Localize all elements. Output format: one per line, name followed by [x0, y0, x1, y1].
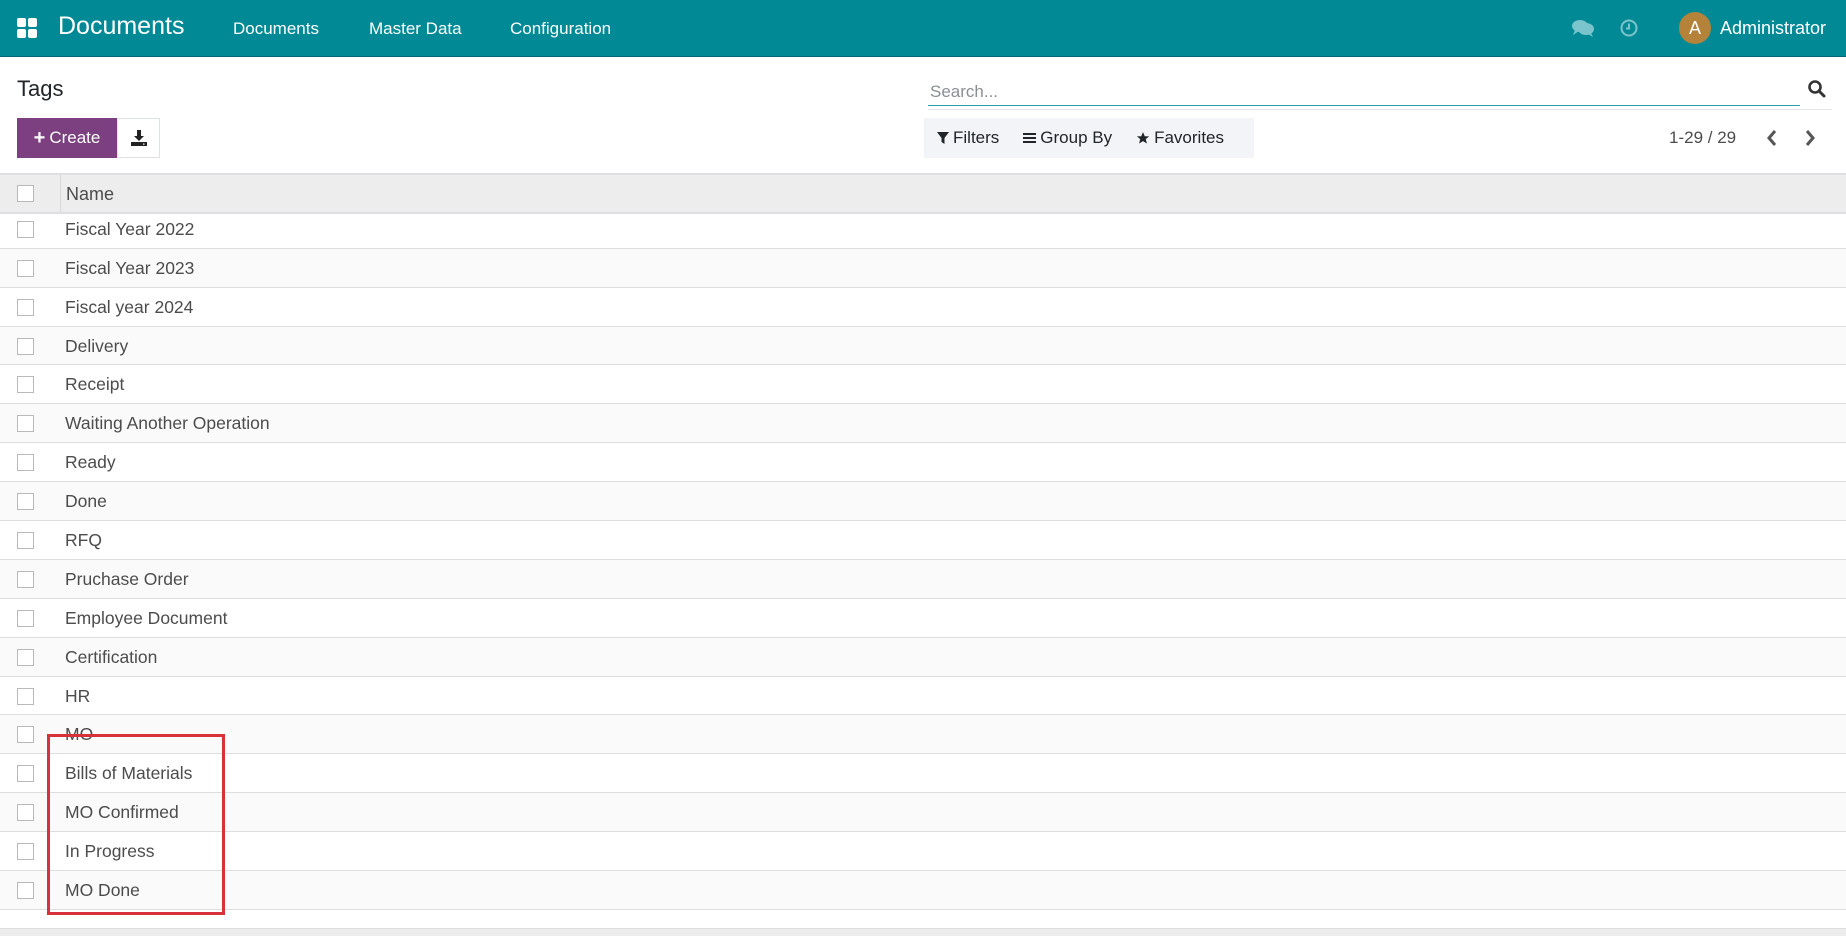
- search-divider: [928, 109, 1832, 110]
- table-row[interactable]: MO: [0, 715, 1846, 755]
- favorites-label: Favorites: [1154, 128, 1225, 147]
- table-row[interactable]: In Progress: [0, 832, 1846, 872]
- cell-name[interactable]: RFQ: [65, 530, 102, 551]
- row-checkbox[interactable]: [17, 765, 34, 783]
- page-title: Tags: [17, 76, 64, 101]
- group-by-dropdown[interactable]: Group By: [1023, 128, 1112, 148]
- cell-name[interactable]: Employee Document: [65, 608, 227, 629]
- cell-name[interactable]: Ready: [65, 452, 116, 473]
- table-row[interactable]: MO Done: [0, 871, 1846, 910]
- table-row[interactable]: MO Confirmed: [0, 793, 1846, 833]
- row-checkbox[interactable]: [17, 493, 34, 511]
- menu-master-data[interactable]: Master Data: [369, 19, 462, 39]
- filter-icon: [937, 131, 949, 144]
- row-checkbox[interactable]: [17, 648, 34, 666]
- table-row[interactable]: Bills of Materials: [0, 754, 1846, 794]
- search-icon[interactable]: [1807, 79, 1827, 99]
- table-row[interactable]: Fiscal year 2024: [0, 287, 1846, 327]
- favorites-dropdown[interactable]: Favorites: [1136, 128, 1224, 148]
- table-row[interactable]: Ready: [0, 443, 1846, 483]
- top-navbar: Documents Documents Master Data Configur…: [0, 0, 1846, 57]
- cell-name[interactable]: MO Done: [65, 880, 140, 901]
- chat-icon[interactable]: [1571, 18, 1595, 38]
- cell-name[interactable]: Pruchase Order: [65, 569, 189, 590]
- table-row[interactable]: Receipt: [0, 365, 1846, 405]
- row-checkbox[interactable]: [17, 804, 34, 822]
- plus-icon: +: [33, 126, 46, 149]
- row-checkbox[interactable]: [17, 687, 34, 705]
- row-checkbox[interactable]: [17, 843, 34, 861]
- column-separator: [60, 175, 61, 212]
- row-checkbox[interactable]: [17, 298, 34, 316]
- cell-name[interactable]: Waiting Another Operation: [65, 413, 270, 434]
- cell-name[interactable]: Delivery: [65, 336, 128, 357]
- row-checkbox[interactable]: [17, 220, 34, 238]
- search-input[interactable]: [928, 78, 1800, 105]
- table-header: Name: [0, 173, 1846, 214]
- pager-value[interactable]: 1-29 / 29: [1669, 128, 1736, 148]
- table-row[interactable]: Fiscal Year 2023: [0, 248, 1846, 288]
- row-checkbox[interactable]: [17, 337, 34, 355]
- row-checkbox[interactable]: [17, 376, 34, 394]
- cell-name[interactable]: MO Confirmed: [65, 802, 179, 823]
- cell-name[interactable]: HR: [65, 686, 90, 707]
- cell-name[interactable]: Receipt: [65, 374, 124, 395]
- menu-configuration[interactable]: Configuration: [510, 19, 611, 39]
- apps-grid-icon[interactable]: [17, 18, 37, 38]
- row-checkbox[interactable]: [17, 570, 34, 588]
- cell-name[interactable]: Bills of Materials: [65, 763, 192, 784]
- group-by-label: Group By: [1040, 128, 1113, 147]
- select-all-checkbox[interactable]: [17, 185, 34, 202]
- cell-name[interactable]: Fiscal Year 2022: [65, 219, 194, 240]
- chevron-left-icon: [1767, 130, 1777, 146]
- row-checkbox[interactable]: [17, 454, 34, 472]
- pager-next-button[interactable]: [1800, 126, 1820, 150]
- star-icon: [1136, 132, 1150, 144]
- table-row[interactable]: Delivery: [0, 326, 1846, 366]
- table-row[interactable]: RFQ: [0, 521, 1846, 560]
- clock-icon[interactable]: [1619, 18, 1639, 38]
- row-checkbox[interactable]: [17, 532, 34, 550]
- cell-name[interactable]: Done: [65, 491, 107, 512]
- cell-name[interactable]: Fiscal year 2024: [65, 297, 193, 318]
- table-row[interactable]: Fiscal Year 2022: [0, 209, 1846, 249]
- chevron-right-icon: [1805, 130, 1815, 146]
- filters-label: Filters: [953, 128, 1000, 147]
- filters-dropdown[interactable]: Filters: [937, 128, 999, 148]
- row-checkbox[interactable]: [17, 609, 34, 627]
- table-row[interactable]: Done: [0, 482, 1846, 522]
- cell-name[interactable]: MO: [65, 724, 93, 745]
- row-checkbox[interactable]: [17, 882, 34, 900]
- download-icon: [130, 130, 147, 146]
- row-checkbox[interactable]: [17, 726, 34, 744]
- create-button[interactable]: + Create: [17, 118, 117, 158]
- row-checkbox[interactable]: [17, 259, 34, 277]
- menu-documents[interactable]: Documents: [233, 19, 319, 39]
- column-header-name[interactable]: Name: [66, 184, 114, 205]
- row-checkbox[interactable]: [17, 415, 34, 433]
- create-label: Create: [49, 128, 101, 147]
- search-field[interactable]: [928, 78, 1800, 106]
- cell-name[interactable]: Certification: [65, 647, 157, 668]
- cell-name[interactable]: Fiscal Year 2023: [65, 258, 194, 279]
- search-options-bar: Filters Group By Favorites: [924, 118, 1254, 158]
- table-row[interactable]: Employee Document: [0, 598, 1846, 638]
- tags-list-table: Name FinancialFiscal Year 2022Fiscal Yea…: [0, 173, 1846, 936]
- table-row[interactable]: Pruchase Order: [0, 559, 1846, 599]
- table-row[interactable]: HR: [0, 676, 1846, 716]
- app-title[interactable]: Documents: [58, 12, 184, 41]
- group-by-icon: [1023, 133, 1037, 143]
- table-body: FinancialFiscal Year 2022Fiscal Year 202…: [0, 173, 1846, 910]
- user-menu[interactable]: Administrator: [1720, 18, 1826, 39]
- download-button[interactable]: [117, 118, 160, 158]
- pager-previous-button[interactable]: [1762, 126, 1782, 150]
- user-avatar[interactable]: A: [1679, 12, 1711, 44]
- table-row[interactable]: Waiting Another Operation: [0, 404, 1846, 444]
- list-footer: [0, 928, 1846, 936]
- table-row[interactable]: Certification: [0, 637, 1846, 677]
- cell-name[interactable]: In Progress: [65, 841, 154, 862]
